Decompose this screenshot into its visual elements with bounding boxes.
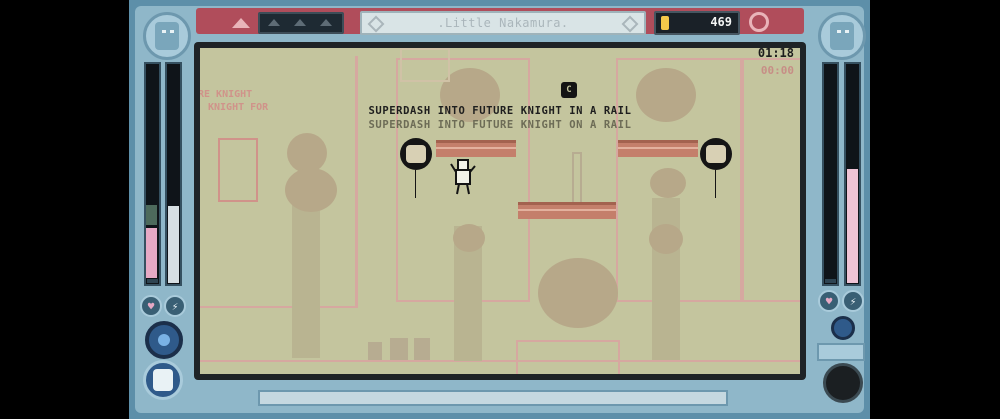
left-health-fill <box>146 228 157 278</box>
power-core-small-icon <box>831 316 855 340</box>
bolt-icon: ⚡ <box>842 290 864 312</box>
bg-window <box>400 48 450 82</box>
core-dot <box>158 334 170 346</box>
brick-platform <box>436 140 516 157</box>
bg-statue-head <box>287 133 327 173</box>
power-core-icon <box>145 321 183 359</box>
bg-plant <box>390 338 408 360</box>
bg-statue-head <box>650 168 686 198</box>
right-inner-meter <box>844 62 861 286</box>
bolt-glyph: ⚡ <box>171 299 179 313</box>
game-screen: RE KNIGHT KNIGHT FOR 01:18 00:00 C SUPER… <box>200 48 800 374</box>
bg-floor-line <box>200 360 800 374</box>
best-time: 00:00 <box>760 64 794 77</box>
bg-vending-machine <box>218 138 258 202</box>
player-character <box>450 159 476 195</box>
settings-icon[interactable] <box>749 12 769 32</box>
level-title: .Little Nakamura. <box>437 16 569 30</box>
diamond-icon <box>621 15 639 33</box>
coin-counter: 469 <box>654 11 740 35</box>
button-prompt-label: C <box>566 85 572 95</box>
bg-statue-head <box>453 224 485 252</box>
bottom-slot <box>258 390 728 406</box>
eye-icon <box>170 30 174 33</box>
meter-fill <box>147 279 158 283</box>
player-portrait-right <box>818 12 866 60</box>
bg-wall-line <box>355 56 357 306</box>
left-inner-meter <box>165 62 182 286</box>
tutorial-message: SUPERDASH INTO FUTURE KNIGHT IN A RAIL <box>368 105 632 117</box>
balloon-string <box>715 170 716 198</box>
face-icon <box>155 22 179 50</box>
tutorial-message-shadow: SUPERDASH INTO FUTURE KNIGHT ON A RAIL <box>368 119 632 131</box>
bg-pillar <box>652 198 680 360</box>
left-stamina-fill <box>146 205 157 225</box>
bg-pillar <box>292 198 320 358</box>
bg-statue-head <box>285 168 337 212</box>
heart-icon: ♥ <box>140 295 162 317</box>
balloon-string <box>415 170 416 198</box>
bg-plant <box>414 338 430 360</box>
character-avatar-icon[interactable] <box>143 360 183 400</box>
bolt-icon: ⚡ <box>164 295 186 317</box>
bg-wall-right <box>740 58 800 302</box>
bg-statue-head <box>649 224 683 254</box>
player-portrait-left <box>143 12 191 60</box>
triangle-icon <box>294 19 306 26</box>
faded-text-1: RE KNIGHT <box>200 89 253 100</box>
coin-count: 469 <box>710 15 732 29</box>
right-outer-meter <box>822 62 839 286</box>
face-icon <box>830 22 854 50</box>
bg-rail <box>572 152 582 206</box>
meter-fill <box>168 206 179 283</box>
enemy-balloon-left <box>400 138 432 198</box>
enemy-balloon-right <box>700 138 732 198</box>
run-timer: 01:18 <box>757 48 794 60</box>
eye-icon <box>845 30 849 33</box>
camera-button-icon[interactable] <box>823 363 863 403</box>
right-slot-panel <box>817 343 865 361</box>
bg-giant-head <box>538 258 618 328</box>
brick-platform <box>618 140 698 157</box>
eye-icon <box>837 30 841 33</box>
diamond-icon <box>367 15 385 33</box>
bottom-bar <box>196 389 804 406</box>
balloon-face-icon <box>406 145 426 163</box>
brick-platform <box>518 202 616 219</box>
bg-plant <box>368 342 382 360</box>
button-prompt-icon: C <box>561 82 577 98</box>
progress-triangles <box>258 12 344 34</box>
avatar-face <box>153 369 173 391</box>
eye-icon <box>162 30 166 33</box>
triangle-icon <box>268 19 280 26</box>
meter-fill <box>825 279 836 283</box>
heart-glyph: ♥ <box>147 299 155 313</box>
meter-fill <box>847 168 858 283</box>
top-hud-bar: .Little Nakamura. 469 <box>196 8 804 35</box>
triangle-icon <box>320 19 332 26</box>
coin-icon <box>661 16 669 30</box>
balloon-face-icon <box>706 145 726 163</box>
level-title-box: .Little Nakamura. <box>360 11 646 35</box>
heart-glyph: ♥ <box>825 294 833 308</box>
heart-icon: ♥ <box>818 290 840 312</box>
up-arrow-icon <box>232 18 250 28</box>
bolt-glyph: ⚡ <box>849 294 857 308</box>
